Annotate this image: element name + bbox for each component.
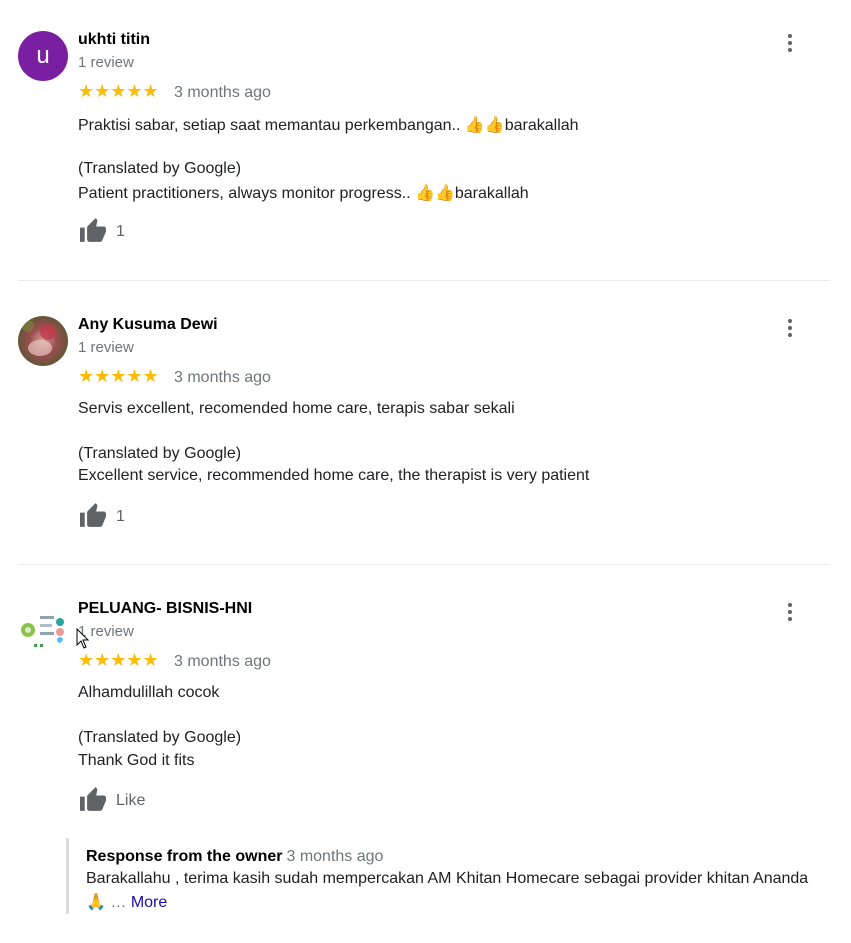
reviewer-name[interactable]: Any Kusuma Dewi	[78, 316, 218, 334]
owner-response-title: Response from the owner	[86, 848, 283, 865]
star-rating: ★★★★★	[78, 366, 159, 386]
review-text-original: Alhamdulillah cocok	[78, 684, 220, 701]
reviewer-review-count: 1 review	[78, 339, 134, 356]
thumbs-up-icon[interactable]	[78, 217, 108, 243]
more-options-icon[interactable]	[780, 318, 800, 338]
review-text-translated: Thank God it fits	[78, 752, 195, 769]
reviewer-review-count: 1 review	[78, 54, 134, 71]
owner-response-text: Barakallahu , terima kasih sudah memperc…	[86, 870, 809, 887]
like-button-label[interactable]: Like	[116, 792, 145, 810]
owner-response-header: Response from the owner 3 months ago	[86, 848, 383, 866]
like-count: 1	[116, 223, 125, 240]
review-date: 3 months ago	[174, 369, 271, 386]
reviewer-name[interactable]: PELUANG- BISNIS-HNI	[78, 600, 252, 618]
owner-response-more-line: 🙏 … More	[86, 892, 167, 912]
translated-label: (Translated by Google)	[78, 729, 242, 746]
more-link[interactable]: More	[131, 894, 167, 911]
more-options-icon[interactable]	[780, 33, 800, 53]
review-card: u ukhti titin 1 review ★★★★★ 3 months ag…	[18, 31, 830, 251]
star-rating: ★★★★★	[78, 650, 159, 670]
mouse-cursor-icon	[76, 628, 90, 649]
review-text-original: Praktisi sabar, setiap saat memantau per…	[78, 117, 579, 134]
avatar-letter: u	[36, 42, 50, 69]
divider	[18, 280, 830, 281]
avatar[interactable]	[18, 316, 68, 366]
owner-response: Response from the owner 3 months ago Bara…	[66, 838, 836, 914]
reviewer-name[interactable]: ukhti titin	[78, 31, 150, 49]
review-date: 3 months ago	[174, 653, 271, 670]
pray-emoji: 🙏	[86, 894, 106, 911]
thumbs-up-icon[interactable]	[78, 786, 108, 812]
review-card: Any Kusuma Dewi 1 review ★★★★★ 3 months …	[18, 316, 830, 536]
star-rating: ★★★★★	[78, 81, 159, 101]
review-text-translated: Patient practitioners, always monitor pr…	[78, 185, 529, 202]
review-text-translated: Excellent service, recommended home care…	[78, 467, 590, 484]
avatar[interactable]: u	[18, 31, 68, 81]
translated-label: (Translated by Google)	[78, 445, 242, 462]
review-text-original: Servis excellent, recomended home care, …	[78, 400, 515, 417]
avatar[interactable]	[18, 600, 68, 650]
thumbs-up-icon[interactable]	[78, 502, 108, 528]
more-options-icon[interactable]	[780, 602, 800, 622]
review-date: 3 months ago	[174, 84, 271, 101]
like-count: 1	[116, 508, 125, 525]
owner-response-date: 3 months ago	[286, 848, 384, 865]
translated-label: (Translated by Google)	[78, 160, 242, 177]
ellipsis: …	[110, 894, 127, 911]
divider	[18, 564, 830, 565]
review-card: PELUANG- BISNIS-HNI 1 review ★★★★★ 3 mon…	[18, 600, 830, 830]
